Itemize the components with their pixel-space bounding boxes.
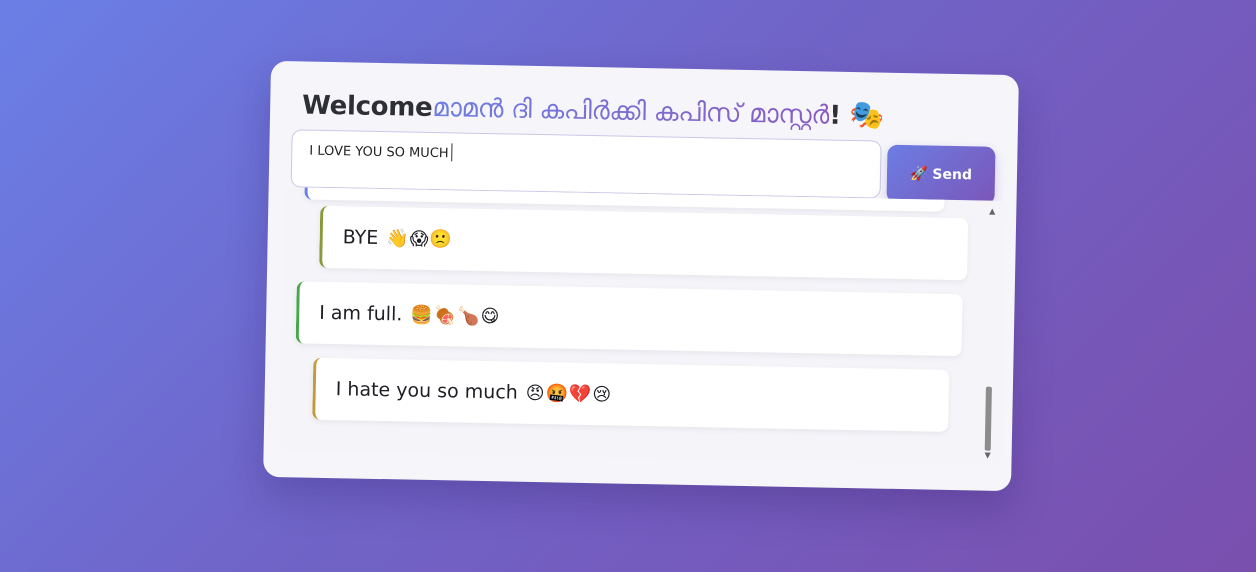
list-item: I am full. 🍔🍖🍗😋: [295, 281, 963, 357]
send-button-label: Send: [932, 166, 973, 184]
text-caret: [451, 143, 453, 162]
page-title: Welcomeമാമൻ ദി കപിർക്കി കപിസ് മാസ്റ്റർ! …: [302, 87, 885, 132]
list-item: BYE 👋😱🙁: [319, 205, 969, 281]
message-list[interactable]: BYE 👋😱🙁 I am full. 🍔🍖🍗😋 I hate you so mu…: [279, 187, 1007, 465]
message-text: I am full.: [319, 301, 403, 326]
theater-masks-icon: 🎭: [849, 97, 885, 132]
message-emojis: 🍔🍖🍗😋: [410, 304, 501, 327]
message-text: BYE: [342, 226, 379, 249]
scroll-up-arrow-icon[interactable]: ▲: [986, 207, 998, 217]
scroll-down-arrow-icon[interactable]: ▼: [982, 451, 994, 461]
send-button[interactable]: 🚀 Send: [886, 144, 996, 205]
message-emojis: 😠🤬💔😢: [525, 382, 613, 405]
rocket-icon: 🚀: [909, 166, 928, 183]
message-emojis: 👋😱🙁: [386, 227, 454, 250]
list-item: I hate you so much 😠🤬💔😢: [312, 357, 950, 432]
chat-card: Welcomeമാമൻ ദി കപിർക്കി കപിസ് മാസ്റ്റർ! …: [263, 60, 1019, 492]
message-input-value: I LOVE YOU SO MUCH: [309, 141, 453, 162]
title-malayalam: മാമൻ ദി കപിർക്കി കപിസ് മാസ്റ്റർ: [432, 92, 830, 131]
scroll-thumb[interactable]: [984, 386, 992, 451]
message-text: I hate you so much: [335, 378, 519, 404]
title-suffix: !: [828, 100, 842, 131]
scrollbar[interactable]: ▲ ▼: [982, 207, 999, 461]
title-prefix: Welcome: [301, 90, 433, 123]
